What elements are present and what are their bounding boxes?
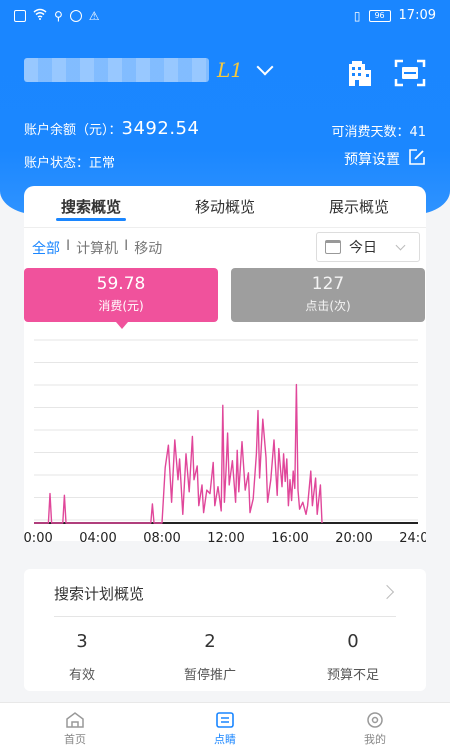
cost-trend-chart: 00:00 04:00 08:00 12:00 16:00 20:00 24:00 [24, 339, 426, 546]
warning-icon: ⚠ [88, 9, 100, 23]
account-name-blurred [24, 58, 209, 82]
home-icon [64, 711, 86, 729]
usb-icon: ⚲ [54, 9, 63, 23]
metric-cost-label: 消费(元) [98, 299, 144, 313]
nav-profile[interactable]: 我的 [300, 703, 450, 750]
building-icon[interactable] [344, 58, 374, 88]
filter-computer[interactable]: 计算机 [76, 238, 118, 258]
balance: 账户余额（元）：3492.54 [24, 118, 199, 139]
filter-separator: I [124, 238, 129, 254]
x-tick-label: 12:00 [207, 531, 244, 546]
nav-home[interactable]: 首页 [0, 703, 150, 750]
nav-home-label: 首页 [64, 733, 86, 746]
x-tick-label: 16:00 [271, 531, 308, 546]
budget-settings-button[interactable]: 预算设置 [344, 148, 426, 170]
profile-icon [364, 711, 386, 729]
metric-cost[interactable]: 59.78 消费(元) [24, 268, 218, 329]
search-plan-card[interactable]: 搜索计划概览 3 有效 2 暂停推广 0 预算不足 [24, 569, 426, 691]
overview-tabs: 搜索概览 移动概览 展示概览 [24, 186, 426, 228]
nav-dianjing[interactable]: 点睛 [150, 703, 300, 750]
tab-mobile-overview[interactable]: 移动概览 [158, 186, 292, 227]
stat-paused[interactable]: 2 暂停推广 [160, 631, 260, 683]
x-tick-label: 08:00 [143, 531, 180, 546]
chevron-down-icon[interactable] [256, 58, 274, 76]
metric-clicks[interactable]: 127 点击(次) [231, 268, 425, 322]
account-switcher[interactable]: L1 [24, 58, 274, 82]
x-tick-label: 00:00 [24, 531, 53, 546]
x-tick-label: 20:00 [335, 531, 372, 546]
balance-value: 3492.54 [121, 118, 200, 139]
balance-label: 账户余额（元）： [24, 123, 122, 138]
sync-icon [69, 10, 82, 22]
stat-label: 预算不足 [326, 668, 379, 683]
divider [54, 616, 396, 617]
stat-active[interactable]: 3 有效 [32, 631, 132, 683]
stat-label: 有效 [68, 668, 95, 683]
bottom-nav: 首页 点睛 我的 [0, 702, 450, 750]
tab-search-overview[interactable]: 搜索概览 [24, 186, 158, 227]
chevron-down-icon [395, 240, 406, 250]
status-bar: ⚲ ⚠ ▯ 96 17:09 [0, 0, 450, 32]
metric-cost-value: 59.78 [96, 274, 146, 294]
stat-label: 暂停推广 [183, 668, 236, 683]
stat-count: 2 [204, 631, 216, 652]
status-time: 17:09 [398, 8, 436, 23]
stat-budget-insufficient[interactable]: 0 预算不足 [303, 631, 403, 683]
filter-all[interactable]: 全部 [32, 238, 60, 258]
notification-icon [14, 10, 26, 22]
filter-mobile[interactable]: 移动 [134, 238, 162, 258]
plan-title: 搜索计划概览 [54, 585, 145, 603]
stat-count: 0 [347, 631, 359, 652]
nav-profile-label: 我的 [364, 733, 386, 746]
cost-series-line [34, 383, 323, 524]
filter-separator: I [66, 238, 71, 254]
header-background [0, 0, 450, 215]
consumable-days: 可消费天数：41 [331, 125, 426, 140]
x-tick-label: 04:00 [79, 531, 116, 546]
calendar-icon [325, 240, 341, 254]
metric-clicks-label: 点击(次) [305, 299, 351, 313]
date-range-value: 今日 [349, 240, 377, 256]
chevron-right-icon[interactable] [379, 584, 395, 600]
metric-clicks-value: 127 [311, 274, 345, 294]
account-level-badge: L1 [217, 58, 244, 82]
nav-dianjing-label: 点睛 [214, 733, 236, 746]
x-tick-label: 24:00 [399, 531, 426, 546]
stat-count: 3 [76, 631, 88, 652]
account-status: 账户状态：正常 [24, 156, 116, 171]
scan-icon[interactable] [394, 58, 426, 88]
vibrate-icon: ▯ [353, 8, 361, 23]
date-range-select[interactable]: 今日 [316, 232, 420, 262]
device-filter: 全部 I 计算机 I 移动 [32, 238, 162, 258]
wifi-icon [33, 8, 47, 24]
edit-icon [408, 148, 426, 170]
tab-display-overview[interactable]: 展示概览 [292, 186, 426, 227]
dianjing-icon [214, 711, 236, 729]
battery-icon: 96 [368, 9, 391, 22]
budget-settings-label: 预算设置 [344, 152, 400, 168]
